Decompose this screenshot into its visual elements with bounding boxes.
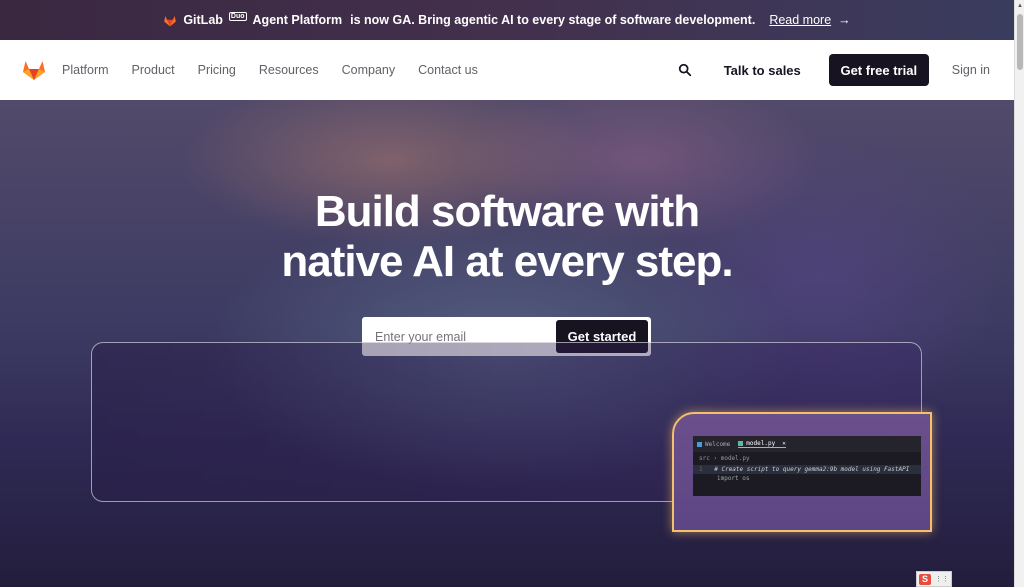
breadcrumb-file: model.py [720, 455, 750, 462]
gitlab-tanuki-icon[interactable] [22, 58, 46, 82]
code-line: 1 # Create script to query gemma2:9b mod… [693, 465, 921, 474]
ide-tab-welcome-label: Welcome [705, 440, 731, 448]
gitlab-tanuki-icon [164, 15, 177, 26]
nav-link-platform[interactable]: Platform [62, 63, 109, 77]
code-text: import os [717, 475, 750, 482]
ide-tabs: Welcome model.py ✕ [693, 436, 921, 452]
floating-widget[interactable]: S ⋮⋮ [916, 571, 952, 587]
main-navigation: Platform Product Pricing Resources Compa… [0, 40, 1014, 100]
nav-link-company[interactable]: Company [342, 63, 396, 77]
arrow-right-icon: → [838, 13, 851, 27]
nav-actions: Talk to sales Get free trial Sign in [678, 54, 990, 86]
line-number: 1 [699, 466, 703, 473]
code-text: # Create script to query gemma2:9b model… [714, 466, 910, 473]
s-logo-icon: S [919, 573, 931, 585]
nav-link-contact[interactable]: Contact us [418, 63, 478, 77]
more-icon: ⋮⋮ [935, 576, 949, 583]
page-scrollbar[interactable]: ▲ [1014, 0, 1024, 587]
chevron-right-icon: › [713, 455, 718, 462]
hero-headline-line1: Build software with [314, 187, 700, 236]
ide-tab-welcome[interactable]: Welcome [697, 441, 730, 448]
announcement-banner: GitLab Duo Agent Platform is now GA. Bri… [0, 0, 1014, 40]
read-more-link[interactable]: Read more [769, 13, 831, 27]
banner-brand: GitLab [183, 13, 223, 27]
ide-preview: Welcome model.py ✕ src › model.py 1 # Cr… [693, 436, 921, 496]
talk-to-sales-link[interactable]: Talk to sales [724, 63, 801, 78]
ide-tab-model-label: model.py [746, 440, 776, 447]
code-line: import os [693, 474, 921, 483]
nav-link-resources[interactable]: Resources [259, 63, 319, 77]
scrollbar-thumb[interactable] [1017, 14, 1023, 70]
get-free-trial-button[interactable]: Get free trial [828, 54, 929, 86]
file-icon [738, 441, 744, 446]
ide-tab-model[interactable]: model.py ✕ [738, 440, 786, 448]
duo-badge: Duo [228, 11, 247, 21]
nav-link-product[interactable]: Product [132, 63, 175, 77]
close-icon[interactable]: ✕ [782, 440, 786, 447]
file-icon [697, 441, 702, 447]
scroll-up-arrow-icon[interactable]: ▲ [1016, 2, 1024, 10]
sign-in-link[interactable]: Sign in [952, 63, 990, 77]
breadcrumb-root: src [699, 455, 710, 462]
ide-breadcrumb: src › model.py [693, 452, 921, 465]
banner-product: Agent Platform [252, 13, 343, 27]
search-icon[interactable] [678, 63, 692, 77]
banner-message: is now GA. Bring agentic AI to every sta… [350, 13, 756, 27]
nav-link-pricing[interactable]: Pricing [198, 63, 236, 77]
hero-headline-line2: native AI at every step. [281, 237, 733, 286]
hero-headline: Build software with native AI at every s… [0, 187, 1014, 287]
nav-links: Platform Product Pricing Resources Compa… [62, 63, 478, 77]
